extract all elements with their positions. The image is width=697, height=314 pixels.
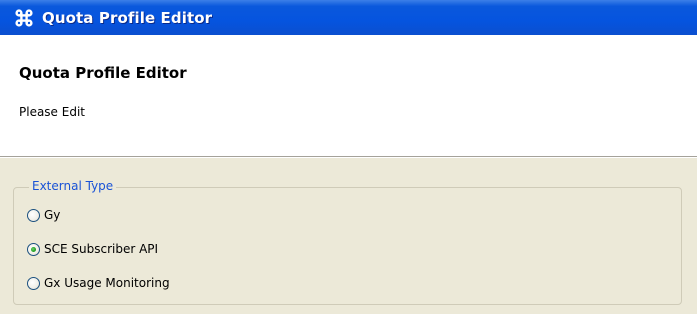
radio-button[interactable] (27, 276, 40, 290)
radio-label: SCE Subscriber API (44, 242, 159, 256)
editor-header: Quota Profile Editor Please Edit (0, 35, 697, 156)
editor-command-icon (14, 8, 34, 28)
radio-label: Gy (44, 208, 61, 222)
radio-button-selected[interactable] (27, 242, 40, 256)
window-titlebar[interactable]: Quota Profile Editor (0, 0, 697, 35)
radio-option-sce-subscriber-api[interactable]: SCE Subscriber API (27, 242, 158, 256)
external-type-legend: External Type (29, 179, 117, 193)
radio-label: Gx Usage Monitoring (44, 276, 170, 290)
radio-button[interactable] (27, 208, 40, 222)
editor-body: External Type Gy SCE Subscriber API Gx U… (0, 158, 697, 314)
external-type-group: External Type Gy SCE Subscriber API Gx U… (13, 179, 682, 305)
radio-option-gy[interactable]: Gy (27, 208, 60, 222)
page-title: Quota Profile Editor (19, 64, 187, 82)
radio-option-gx-usage-monitoring[interactable]: Gx Usage Monitoring (27, 276, 170, 290)
window-title: Quota Profile Editor (42, 8, 213, 27)
page-subtitle: Please Edit (19, 105, 85, 119)
